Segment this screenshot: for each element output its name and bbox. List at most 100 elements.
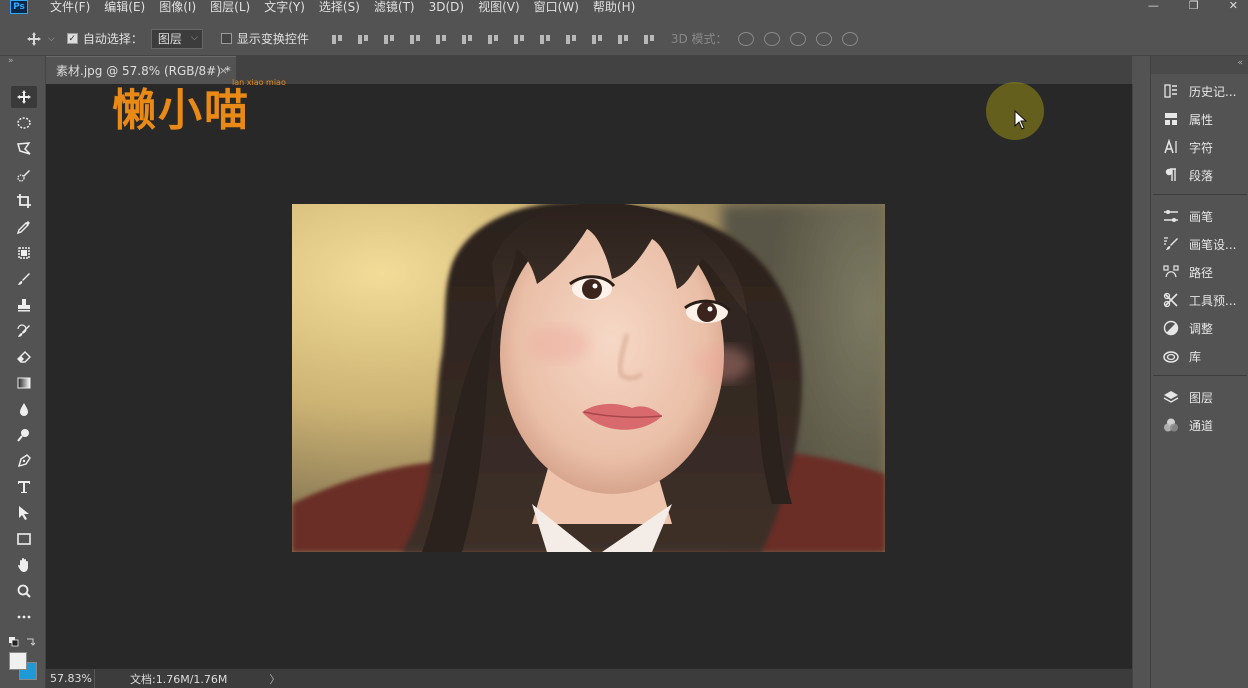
slide-3d-icon[interactable] [815, 31, 832, 46]
drag-3d-icon[interactable] [789, 31, 806, 46]
panel-character[interactable]: 字符 [1161, 136, 1247, 158]
auto-select-checkbox[interactable]: ✓ [66, 33, 78, 44]
more-tools[interactable] [11, 606, 37, 628]
lasso-tool[interactable] [11, 138, 37, 160]
move-tool[interactable] [11, 86, 37, 108]
menu-3d[interactable]: 3D(D) [429, 0, 464, 14]
auto-align-icon[interactable] [643, 33, 655, 45]
align-hcenter-icon[interactable] [435, 33, 447, 45]
panel-adjustments[interactable]: 调整 [1161, 317, 1247, 339]
menu-edit[interactable]: 编辑(E) [104, 0, 145, 14]
align-vcenter-icon[interactable] [357, 33, 369, 45]
frame-tool[interactable] [11, 242, 37, 264]
menu-select[interactable]: 选择(S) [319, 0, 360, 14]
right-panel-dock: « 历史记... 属性 字符 段落 画笔 画笔设... 路径 工具预... 调整… [1150, 56, 1248, 688]
panel-channels[interactable]: 通道 [1161, 414, 1247, 436]
status-menu-arrow[interactable]: 〉 [269, 671, 280, 687]
align-left-icon[interactable] [409, 33, 421, 45]
default-colors-icon[interactable] [9, 636, 39, 648]
distribute-vcenter-icon[interactable] [513, 33, 525, 45]
tool-presets-icon [1161, 292, 1181, 308]
distribute-right-icon[interactable] [617, 33, 629, 45]
chevron-down-icon[interactable]: ⌵ [48, 34, 55, 44]
minimize-button[interactable]: — [1148, 0, 1159, 14]
panel-paths[interactable]: 路径 [1161, 261, 1247, 283]
menu-help[interactable]: 帮助(H) [593, 0, 635, 14]
stamp-tool[interactable] [11, 294, 37, 316]
watermark-main-text: 懒小喵 [112, 85, 250, 136]
panel-brush-settings[interactable]: 画笔设... [1161, 233, 1247, 255]
panel-brush[interactable]: 画笔 [1161, 205, 1247, 227]
move-tool-preset-icon[interactable] [26, 31, 42, 47]
menu-type[interactable]: 文字(Y) [264, 0, 305, 14]
align-bottom-icon[interactable] [383, 33, 395, 45]
hand-tool[interactable] [11, 554, 37, 576]
gradient-icon [17, 377, 31, 389]
mouse-cursor-icon [1014, 110, 1028, 130]
3d-mode-label: 3D 模式： [670, 32, 728, 46]
orbit-3d-icon[interactable] [737, 31, 754, 46]
panel-history[interactable]: 历史记... [1161, 80, 1247, 102]
tools-panel: » [0, 56, 46, 688]
menu-layer[interactable]: 图层(L) [210, 0, 250, 14]
panel-tool-presets[interactable]: 工具预... [1161, 289, 1247, 311]
history-icon [1161, 83, 1181, 99]
type-icon [18, 481, 30, 493]
rectangle-tool[interactable] [11, 528, 37, 550]
watermark-sub-text: lan xiao miao [232, 78, 286, 87]
zoom-tool[interactable] [11, 580, 37, 602]
canvas-scrollbar[interactable] [1132, 84, 1150, 688]
rectangle-icon [17, 533, 31, 545]
history-brush-tool[interactable] [11, 320, 37, 342]
distribute-top-icon[interactable] [487, 33, 499, 45]
align-right-icon[interactable] [461, 33, 473, 45]
brush-tool[interactable] [11, 268, 37, 290]
distribute-hcenter-icon[interactable] [591, 33, 603, 45]
collapse-toolbar-icon[interactable]: » [8, 56, 14, 66]
dodge-tool[interactable] [11, 424, 37, 446]
zoom-level[interactable]: 57.83% [50, 672, 94, 685]
menu-view[interactable]: 视图(V) [478, 0, 520, 14]
quick-select-tool[interactable] [11, 164, 37, 186]
gradient-tool[interactable] [11, 372, 37, 394]
status-divider [94, 668, 130, 688]
panel-channels-label: 通道 [1189, 418, 1214, 433]
align-top-icon[interactable] [331, 33, 343, 45]
close-window-button[interactable]: ✕ [1229, 0, 1238, 14]
pen-tool[interactable] [11, 450, 37, 472]
panel-divider [1153, 375, 1247, 376]
maximize-button[interactable]: ❐ [1189, 0, 1199, 14]
panel-layers[interactable]: 图层 [1161, 386, 1247, 408]
crop-tool[interactable] [11, 190, 37, 212]
scale-3d-icon[interactable] [841, 31, 858, 46]
roll-3d-icon[interactable] [763, 31, 780, 46]
menu-file[interactable]: 文件(F) [50, 0, 90, 14]
canvas-area[interactable] [46, 84, 1132, 668]
document-image[interactable] [292, 204, 885, 552]
menu-filter[interactable]: 滤镜(T) [374, 0, 415, 14]
blur-tool[interactable] [11, 398, 37, 420]
channels-icon [1161, 417, 1181, 433]
auto-select-target-dropdown[interactable]: 图层 ⌵ [150, 28, 203, 49]
marquee-tool[interactable] [11, 112, 37, 134]
ellipsis-icon [17, 615, 31, 619]
menu-image[interactable]: 图像(I) [159, 0, 196, 14]
panel-brush-settings-label: 画笔设... [1189, 237, 1237, 252]
path-select-tool[interactable] [11, 502, 37, 524]
eraser-tool[interactable] [11, 346, 37, 368]
panel-libraries[interactable]: 库 [1161, 345, 1247, 367]
panel-properties[interactable]: 属性 [1161, 108, 1247, 130]
menu-window[interactable]: 窗口(W) [534, 0, 579, 14]
distribute-bottom-icon[interactable] [539, 33, 551, 45]
auto-select-label: 自动选择： [82, 32, 143, 46]
foreground-color-swatch[interactable] [9, 652, 27, 670]
watermark-logo: 懒小喵 lan xiao miao [112, 58, 312, 138]
window-controls: — ❐ ✕ [1148, 0, 1248, 14]
history-brush-icon [17, 324, 30, 337]
eyedropper-tool[interactable] [11, 216, 37, 238]
collapse-dock-icon[interactable]: « [1237, 58, 1243, 68]
show-transform-checkbox[interactable] [220, 33, 232, 44]
type-tool[interactable] [11, 476, 37, 498]
panel-paragraph[interactable]: 段落 [1161, 164, 1247, 186]
distribute-left-icon[interactable] [565, 33, 577, 45]
